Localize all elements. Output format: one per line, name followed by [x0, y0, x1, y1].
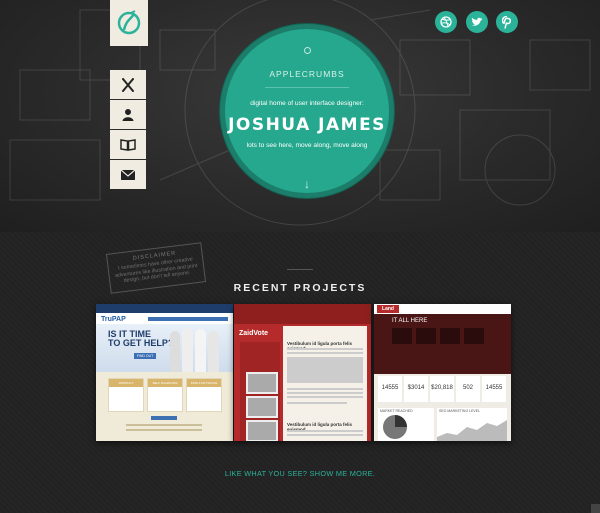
envelope-icon	[121, 169, 135, 180]
side-nav	[110, 70, 146, 190]
utensils-icon	[122, 77, 134, 92]
divider	[265, 87, 349, 88]
text-line	[126, 424, 202, 426]
show-more-link[interactable]: LIKE WHAT YOU SEE? SHOW ME MORE.	[0, 469, 600, 478]
twitter-button[interactable]	[466, 11, 488, 33]
project-thumbnail-zaidvote[interactable]: ZaidVote Vestibulum id ligula porta feli…	[234, 304, 371, 441]
project-nav	[148, 317, 228, 321]
content-image	[287, 357, 363, 383]
project-stats: 14555 $3014 $20,818 502 14555	[378, 376, 507, 406]
nav-button-blog[interactable]	[110, 130, 146, 159]
project-content: Vestibulum id ligula porta felis euismod…	[283, 326, 367, 441]
pie-graphic	[383, 415, 407, 439]
project-headline: IT ALL HERE	[392, 318, 428, 324]
project-thumbnail-trupap[interactable]: TruPAP IS IT TIME TO GET HELP? FIND OUT …	[96, 304, 233, 441]
pinterest-button[interactable]	[496, 11, 518, 33]
logo-icon	[117, 10, 141, 35]
project-panel: MARKET REACHED	[378, 408, 434, 441]
project-headline: IS IT TIME TO GET HELP?	[108, 330, 173, 348]
hero-badge: APPLECRUMBS digital home of user interfa…	[220, 24, 394, 198]
project-topbar	[234, 304, 371, 324]
project-brand: TruPAP	[101, 316, 126, 323]
stat-value: 14555	[378, 376, 402, 402]
card-title: FIND A PHYSICIAN	[187, 379, 221, 387]
project-hero: IT ALL HERE	[374, 314, 511, 374]
panel-title: SEO MARKETING LEVEL	[439, 409, 481, 413]
project-link	[151, 416, 177, 420]
stat-value: $3014	[404, 376, 428, 402]
stat-value: $20,818	[430, 376, 454, 402]
dribbble-icon	[440, 16, 452, 28]
project-panel: SEO MARKETING LEVEL	[437, 408, 507, 441]
project-brand: ZaidVote	[239, 330, 269, 337]
ring-ornament	[304, 47, 311, 54]
area-graphic	[437, 420, 507, 441]
project-card: PRODUCT COMPARISON	[108, 378, 144, 412]
section-divider	[287, 269, 313, 270]
card-title: PRODUCT COMPARISON	[109, 379, 143, 393]
project-card: SELF DIAGNOSIS	[147, 378, 183, 412]
text-line	[126, 429, 202, 431]
project-card: FIND A PHYSICIAN	[186, 378, 222, 412]
logo[interactable]	[110, 0, 148, 46]
card-title: SELF DIAGNOSIS	[148, 379, 182, 387]
person-icon	[122, 109, 134, 121]
headline-line-2: TO GET HELP?	[108, 338, 174, 348]
hero-section: APPLECRUMBS digital home of user interfa…	[0, 0, 600, 232]
nav-button-contact[interactable]	[110, 160, 146, 189]
project-thumbnail-land[interactable]: Land IT ALL HERE 14555 $3014 $20,818 502…	[374, 304, 511, 441]
stat-value: 502	[456, 376, 480, 402]
designer-name: JOSHUA JAMES	[228, 115, 386, 135]
twitter-icon	[471, 17, 483, 26]
pinterest-icon	[502, 15, 512, 29]
project-people	[168, 325, 226, 372]
project-sidebar	[240, 342, 280, 441]
project-cta: FIND OUT	[134, 353, 156, 359]
project-topbar	[96, 304, 233, 313]
book-icon	[120, 138, 136, 151]
scroll-down-arrow[interactable]: ↓	[225, 177, 389, 191]
corner-tab	[591, 504, 600, 513]
subtitle: lots to see here, move along, move along	[246, 142, 368, 149]
project-brand: Land	[377, 305, 399, 313]
nav-button-work[interactable]	[110, 70, 146, 99]
tagline: digital home of user interface designer:	[250, 100, 364, 107]
brand-name: APPLECRUMBS	[269, 69, 345, 79]
stat-value: 14555	[482, 376, 506, 402]
dribbble-button[interactable]	[435, 11, 457, 33]
nav-button-about[interactable]	[110, 100, 146, 129]
section-title: RECENT PROJECTS	[233, 282, 367, 294]
